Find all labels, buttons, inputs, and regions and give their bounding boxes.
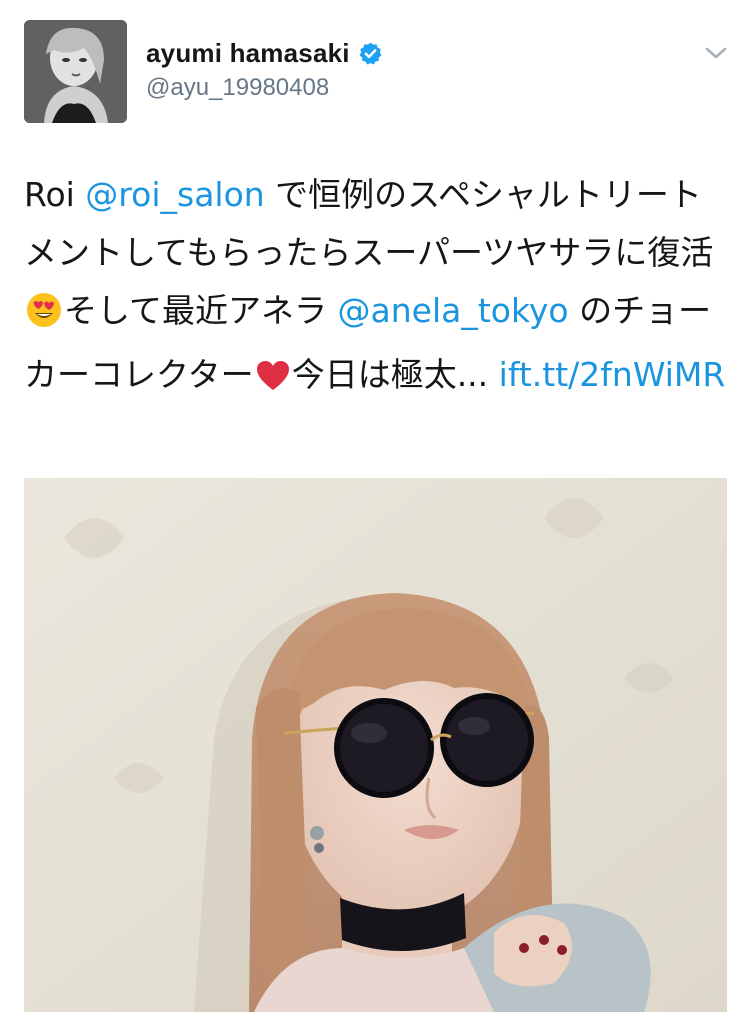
- mention-link[interactable]: @roi_salon: [85, 175, 264, 214]
- author-display-name[interactable]: ayumi hamasaki: [146, 38, 350, 69]
- author-handle[interactable]: @ayu_19980408: [146, 74, 329, 102]
- shortened-link[interactable]: ift.tt/2fnWiMR: [499, 355, 726, 394]
- tweet-photo[interactable]: [24, 478, 727, 1012]
- verified-badge-icon: [358, 41, 383, 66]
- avatar[interactable]: [24, 20, 127, 123]
- heart-eyes-emoji-icon: [26, 288, 62, 346]
- tweet-text-segment: Roi: [24, 175, 86, 214]
- tweet-text: Roi @roi_salon で恒例のスペシャルトリートメントしてもらったらスー…: [24, 166, 729, 410]
- tweet-header: ayumi hamasaki @ayu_19980408: [0, 0, 750, 140]
- chevron-down-icon[interactable]: [703, 44, 729, 62]
- tweet-text-segment: そして最近アネラ: [64, 291, 338, 330]
- red-heart-emoji-icon: [256, 352, 290, 410]
- tweet-text-segment: 今日は極太...: [291, 355, 499, 394]
- author-name-row[interactable]: ayumi hamasaki: [146, 38, 383, 69]
- mention-link[interactable]: @anela_tokyo: [338, 291, 569, 330]
